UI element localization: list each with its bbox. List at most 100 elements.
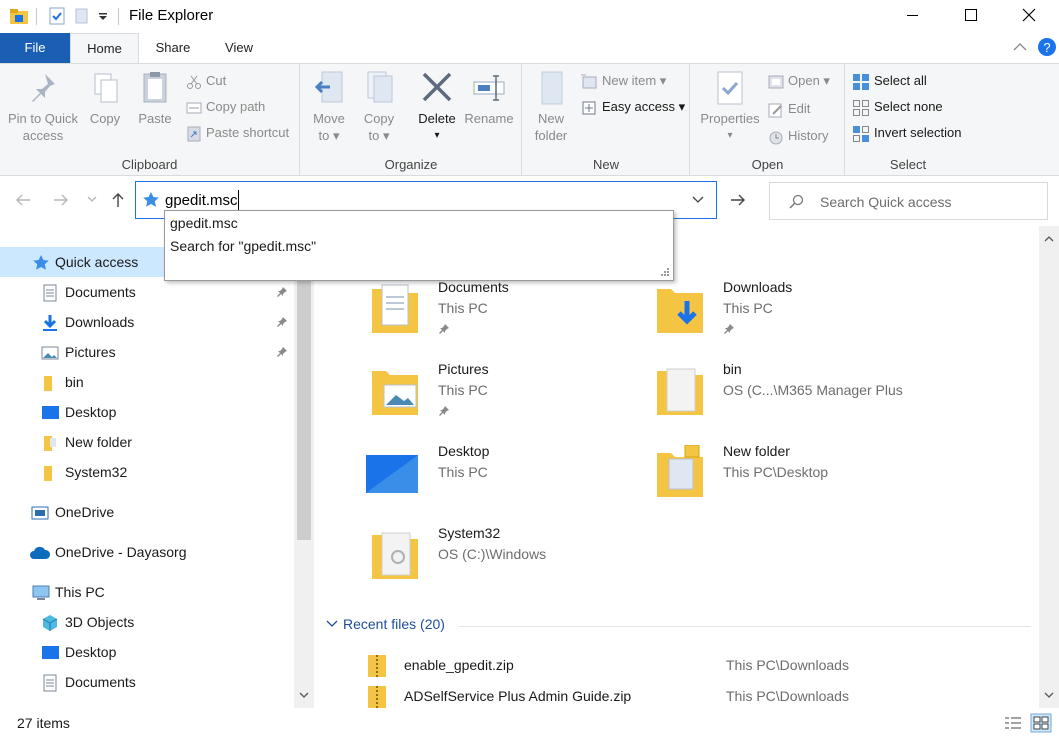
system-folder-icon (372, 532, 418, 579)
paste-icon (143, 72, 167, 103)
nav-item-bin[interactable]: bin (0, 367, 294, 397)
recent-file-row[interactable]: ADSelfService Plus Admin Guide.zip This P… (364, 682, 1024, 708)
folder-tile-bin[interactable]: bin OS (C...\M365 Manager Plus (655, 361, 935, 433)
large-icons-view-icon[interactable] (1030, 713, 1052, 733)
nav-item-pc-documents[interactable]: Documents (0, 667, 294, 697)
customize-toolbar-icon[interactable] (98, 12, 108, 22)
desktop-icon (42, 646, 59, 659)
nav-item-onedrive-org[interactable]: OneDrive - Dayasorg (0, 537, 294, 567)
pin-icon[interactable] (276, 316, 288, 328)
help-icon[interactable]: ? (1037, 37, 1057, 57)
tab-share[interactable]: Share (143, 33, 203, 63)
nav-item-this-pc[interactable]: This PC (0, 577, 294, 607)
nav-item-3d-objects[interactable]: 3D Objects (0, 607, 294, 637)
nav-item-pictures[interactable]: Pictures (0, 337, 294, 367)
delete-button[interactable]: Delete ▾ (413, 70, 461, 144)
scroll-down-icon[interactable] (299, 692, 309, 700)
search-input[interactable]: Search Quick access (820, 194, 952, 210)
select-all-button[interactable]: Select all (852, 70, 927, 92)
invert-selection-button[interactable]: Invert selection (852, 122, 961, 144)
tab-file[interactable]: File (0, 33, 70, 63)
go-arrow-icon[interactable] (729, 191, 747, 209)
tab-view[interactable]: View (209, 33, 269, 63)
organize-group-label: Organize (384, 157, 438, 172)
properties-icon (717, 71, 743, 105)
autocomplete-search-suggestion[interactable]: Search for "gpedit.msc" (170, 238, 316, 254)
paste-shortcut-button[interactable]: Paste shortcut (186, 122, 289, 144)
nav-item-new-folder[interactable]: New folder (0, 427, 294, 457)
scroll-up-icon[interactable] (1044, 234, 1054, 242)
shared-folder-icon (657, 445, 703, 497)
pin-icon[interactable] (276, 346, 288, 358)
recent-files-header[interactable]: Recent files (20) (326, 616, 445, 632)
desktop-folder-icon (366, 455, 418, 493)
details-view-icon[interactable] (1004, 715, 1022, 731)
folder-tile-pictures[interactable]: Pictures This PC (370, 361, 650, 433)
nav-scrollbar-thumb[interactable] (297, 238, 311, 540)
pin-icon (724, 324, 734, 334)
recent-locations-icon[interactable] (87, 196, 97, 204)
new-folder-quick-icon[interactable] (74, 7, 90, 25)
new-item-button[interactable]: New item ▾ (580, 70, 666, 92)
star-icon (33, 255, 49, 270)
paste-button[interactable]: Paste (134, 70, 176, 127)
cloud-icon (30, 546, 51, 559)
move-to-button[interactable]: Move to ▾ (307, 70, 351, 144)
resize-grip-icon[interactable] (660, 267, 670, 277)
copy-to-button[interactable]: Copy to ▾ (357, 70, 401, 144)
nav-item-system32[interactable]: System32 (0, 457, 294, 487)
autocomplete-suggestion[interactable]: gpedit.msc (170, 215, 238, 231)
copy-path-button[interactable]: Copy path (186, 96, 265, 118)
quick-access-star-icon (143, 192, 159, 207)
maximize-button[interactable] (948, 0, 994, 32)
address-input[interactable]: gpedit.msc (165, 192, 238, 209)
scroll-down-icon[interactable] (1044, 692, 1054, 700)
forward-icon[interactable] (52, 191, 70, 209)
ribbon-tabs: File Home Share View ? (0, 33, 1059, 64)
folder-tile-documents[interactable]: Documents This PC (370, 279, 650, 351)
collapse-ribbon-icon[interactable] (1013, 42, 1027, 52)
nav-item-desktop[interactable]: Desktop (0, 397, 294, 427)
minimize-button[interactable] (889, 0, 935, 32)
close-button[interactable] (1006, 0, 1052, 32)
documents-folder-icon (372, 284, 418, 333)
properties-button[interactable]: Properties ▾ (697, 70, 763, 144)
open-button[interactable]: Open ▾ (768, 70, 830, 92)
nav-item-pc-desktop[interactable]: Desktop (0, 637, 294, 667)
pin-icon[interactable] (276, 286, 288, 298)
tab-home[interactable]: Home (70, 33, 139, 64)
pin-icon (439, 406, 449, 416)
recent-file-row[interactable]: enable_gpedit.zip This PC\Downloads (364, 651, 1024, 681)
content-scrollbar[interactable] (1039, 226, 1059, 708)
documents-icon (43, 284, 57, 302)
edit-button[interactable]: Edit (768, 98, 810, 120)
search-box[interactable]: Search Quick access (769, 182, 1048, 220)
select-none-button[interactable]: Select none (852, 96, 943, 118)
history-button[interactable]: History (768, 125, 828, 147)
pin-to-quick-access-button[interactable]: Pin to Quick access (4, 70, 82, 144)
nav-item-downloads[interactable]: Downloads (0, 307, 294, 337)
new-group-label: New (592, 157, 619, 172)
new-folder-button[interactable]: New folder (529, 70, 573, 144)
downloads-icon (43, 315, 57, 331)
navigation-pane: Quick access Documents Downloads Picture… (0, 226, 314, 708)
nav-item-onedrive[interactable]: OneDrive (0, 497, 294, 527)
up-icon[interactable] (109, 191, 127, 209)
copy-button[interactable]: Copy (84, 70, 126, 127)
folder-tile-downloads[interactable]: Downloads This PC (655, 279, 935, 351)
folder-tile-system32[interactable]: System32 OS (C:)\Windows (370, 525, 650, 597)
back-icon[interactable] (14, 191, 32, 209)
rename-button[interactable]: Rename (463, 70, 515, 127)
folder-tile-new-folder[interactable]: New folder This PC\Desktop (655, 443, 935, 515)
select-none-icon (853, 99, 869, 116)
easy-access-button[interactable]: Easy access ▾ (580, 96, 685, 118)
nav-item-documents[interactable]: Documents (0, 277, 294, 307)
nav-scrollbar[interactable] (294, 226, 314, 708)
address-dropdown-icon[interactable] (692, 196, 704, 204)
folder-icon (44, 376, 52, 391)
paste-shortcut-icon (187, 126, 201, 142)
folder-tile-desktop[interactable]: Desktop This PC (364, 443, 644, 515)
cut-button[interactable]: Cut (186, 70, 226, 92)
section-divider (459, 626, 1031, 627)
properties-quick-icon[interactable] (48, 7, 66, 25)
